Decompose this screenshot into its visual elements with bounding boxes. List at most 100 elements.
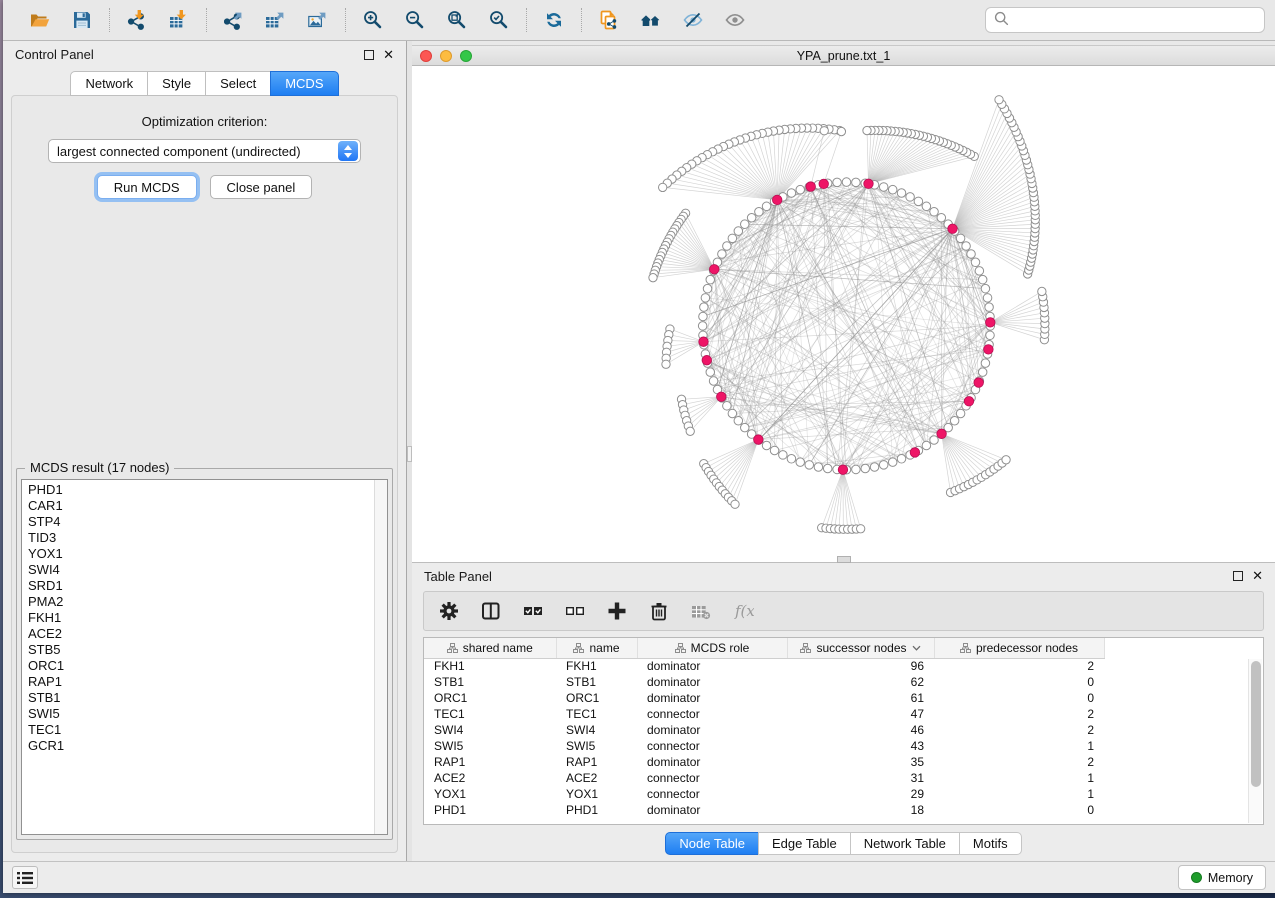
graph-node[interactable] bbox=[734, 227, 743, 236]
graph-node[interactable] bbox=[975, 267, 984, 276]
graph-node[interactable] bbox=[814, 463, 823, 472]
graph-node[interactable] bbox=[995, 96, 1003, 104]
graph-node[interactable] bbox=[709, 377, 718, 386]
graph-node[interactable] bbox=[698, 322, 707, 331]
graph-node[interactable] bbox=[734, 416, 743, 425]
mcds-result-item[interactable]: RAP1 bbox=[28, 674, 387, 690]
memory-button[interactable]: Memory bbox=[1178, 865, 1266, 890]
table-row[interactable]: SWI5SWI5connector431 bbox=[424, 738, 1104, 754]
add-row-button[interactable] bbox=[606, 601, 628, 621]
horizontal-splitter-grip[interactable] bbox=[837, 556, 851, 563]
network-window-titlebar[interactable]: YPA_prune.txt_1 bbox=[412, 45, 1275, 66]
graph-hub-node[interactable] bbox=[754, 435, 764, 445]
graph-node[interactable] bbox=[703, 284, 712, 293]
mcds-result-item[interactable]: CAR1 bbox=[28, 498, 387, 514]
graph-node[interactable] bbox=[971, 258, 980, 267]
graph-node[interactable] bbox=[796, 185, 805, 194]
tab-select[interactable]: Select bbox=[205, 71, 271, 96]
network-canvas[interactable] bbox=[412, 66, 1275, 562]
graph-node[interactable] bbox=[981, 284, 990, 293]
tab-node-table[interactable]: Node Table bbox=[665, 832, 759, 855]
tab-network-table[interactable]: Network Table bbox=[850, 832, 960, 855]
graph-node[interactable] bbox=[985, 303, 994, 312]
graph-node[interactable] bbox=[728, 234, 737, 243]
graph-node[interactable] bbox=[879, 183, 888, 192]
graph-node[interactable] bbox=[762, 441, 771, 450]
export-image-button[interactable] bbox=[301, 5, 335, 35]
column-header-predecessor-nodes[interactable]: predecessor nodes bbox=[934, 638, 1104, 658]
graph-node[interactable] bbox=[930, 208, 939, 217]
tab-motifs[interactable]: Motifs bbox=[959, 832, 1022, 855]
mcds-result-item[interactable]: SWI4 bbox=[28, 562, 387, 578]
graph-node[interactable] bbox=[699, 312, 708, 321]
close-panel-button[interactable]: Close panel bbox=[210, 175, 313, 199]
close-panel-icon[interactable]: ✕ bbox=[383, 50, 394, 60]
table-row[interactable]: STB1STB1dominator620 bbox=[424, 674, 1104, 690]
table-scrollbar-thumb[interactable] bbox=[1251, 661, 1261, 787]
mcds-result-list[interactable]: PHD1CAR1STP4TID3YOX1SWI4SRD1PMA2FKH1ACE2… bbox=[21, 479, 388, 835]
graph-node[interactable] bbox=[823, 464, 832, 473]
table-row[interactable]: ORC1ORC1dominator610 bbox=[424, 690, 1104, 706]
deselect-all-rows-button[interactable] bbox=[564, 601, 586, 621]
graph-node[interactable] bbox=[659, 183, 667, 191]
graph-node[interactable] bbox=[950, 416, 959, 425]
graph-node[interactable] bbox=[796, 458, 805, 467]
criterion-dropdown[interactable]: largest connected component (undirected) bbox=[48, 139, 361, 163]
table-row[interactable]: ACE2ACE2connector311 bbox=[424, 770, 1104, 786]
graph-node[interactable] bbox=[700, 303, 709, 312]
table-row[interactable]: FKH1FKH1dominator962 bbox=[424, 658, 1104, 674]
graph-hub-node[interactable] bbox=[806, 182, 816, 192]
table-scrollbar[interactable] bbox=[1248, 659, 1262, 823]
zoom-fit-button[interactable] bbox=[440, 5, 474, 35]
table-row[interactable]: YOX1YOX1connector291 bbox=[424, 786, 1104, 802]
graph-node[interactable] bbox=[718, 250, 727, 259]
column-header-MCDS-role[interactable]: MCDS role bbox=[637, 638, 787, 658]
graph-hub-node[interactable] bbox=[910, 448, 920, 458]
tab-mcds[interactable]: MCDS bbox=[270, 71, 338, 96]
graph-node[interactable] bbox=[805, 461, 814, 470]
graph-node[interactable] bbox=[1002, 456, 1010, 464]
graph-hub-node[interactable] bbox=[984, 345, 994, 355]
mcds-result-item[interactable]: ORC1 bbox=[28, 658, 387, 674]
graph-node[interactable] bbox=[649, 274, 657, 282]
tab-edge-table[interactable]: Edge Table bbox=[758, 832, 851, 855]
graph-node[interactable] bbox=[888, 185, 897, 194]
graph-node[interactable] bbox=[770, 446, 779, 455]
graph-hub-node[interactable] bbox=[710, 264, 720, 274]
zoom-selected-button[interactable] bbox=[482, 5, 516, 35]
export-network-button[interactable] bbox=[217, 5, 251, 35]
show-columns-button[interactable] bbox=[480, 601, 502, 621]
mcds-result-item[interactable]: STP4 bbox=[28, 514, 387, 530]
import-network-button[interactable] bbox=[120, 5, 154, 35]
graph-node[interactable] bbox=[861, 464, 870, 473]
graph-node[interactable] bbox=[937, 213, 946, 222]
graph-node[interactable] bbox=[731, 500, 739, 508]
search-input[interactable] bbox=[1015, 13, 1256, 28]
graph-node[interactable] bbox=[981, 359, 990, 368]
graph-node[interactable] bbox=[787, 455, 796, 464]
graph-node[interactable] bbox=[930, 436, 939, 445]
mcds-result-item[interactable]: SWI5 bbox=[28, 706, 387, 722]
graph-hub-node[interactable] bbox=[702, 355, 712, 365]
mcds-result-item[interactable]: TEC1 bbox=[28, 722, 387, 738]
show-all-button[interactable] bbox=[718, 5, 752, 35]
mcds-result-item[interactable]: ACE2 bbox=[28, 626, 387, 642]
close-table-panel-icon[interactable]: ✕ bbox=[1252, 571, 1263, 581]
first-neighbors-button[interactable] bbox=[634, 5, 668, 35]
graph-hub-node[interactable] bbox=[964, 397, 974, 407]
graph-node[interactable] bbox=[706, 368, 715, 377]
graph-node[interactable] bbox=[837, 127, 845, 135]
graph-node[interactable] bbox=[856, 525, 864, 533]
mcds-result-item[interactable]: GCR1 bbox=[28, 738, 387, 754]
duplicate-network-button[interactable] bbox=[592, 5, 626, 35]
graph-node[interactable] bbox=[852, 465, 861, 474]
table-row[interactable]: PHD1PHD1dominator180 bbox=[424, 802, 1104, 818]
graph-node[interactable] bbox=[897, 455, 906, 464]
graph-node[interactable] bbox=[762, 202, 771, 211]
tab-network[interactable]: Network bbox=[70, 71, 148, 96]
mcds-result-item[interactable]: TID3 bbox=[28, 530, 387, 546]
mcds-result-item[interactable]: STB1 bbox=[28, 690, 387, 706]
graph-node[interactable] bbox=[956, 234, 965, 243]
graph-node[interactable] bbox=[833, 178, 842, 187]
import-table-button[interactable] bbox=[162, 5, 196, 35]
